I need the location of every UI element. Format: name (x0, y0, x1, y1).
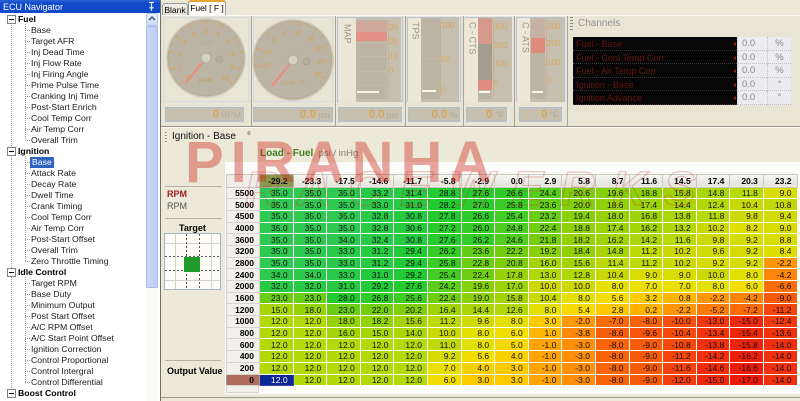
svg-text:15: 15 (306, 35, 314, 42)
svg-text:20: 20 (313, 45, 322, 52)
svg-text:2: 2 (176, 51, 181, 58)
svg-text:3: 3 (182, 40, 186, 47)
svg-text:8: 8 (230, 51, 234, 58)
svg-text:x1000: x1000 (199, 41, 213, 47)
svg-text:TPS: TPS (411, 22, 421, 40)
svg-text:9: 9 (229, 64, 233, 71)
svg-text:C - ATS: C - ATS (521, 22, 531, 53)
svg-text:5: 5 (282, 30, 286, 37)
svg-text:7: 7 (225, 40, 229, 47)
svg-text:MAP: MAP (343, 24, 353, 44)
svg-text:-20: -20 (260, 62, 270, 69)
svg-text:25: 25 (316, 58, 325, 65)
svg-text:0: 0 (271, 37, 275, 44)
svg-text:5: 5 (204, 29, 208, 36)
svg-text:RPM: RPM (198, 78, 212, 85)
svg-text:6: 6 (216, 31, 220, 38)
svg-text:4: 4 (190, 31, 195, 38)
svg-text:-10: -10 (261, 49, 271, 56)
svg-text:30: 30 (313, 71, 321, 78)
svg-text:1: 1 (178, 64, 182, 71)
svg-text:10: 10 (294, 29, 302, 36)
svg-text:10: 10 (221, 75, 229, 82)
svg-text:Load - F: Load - F (280, 79, 304, 86)
svg-text:C - CTS: C - CTS (468, 22, 478, 55)
